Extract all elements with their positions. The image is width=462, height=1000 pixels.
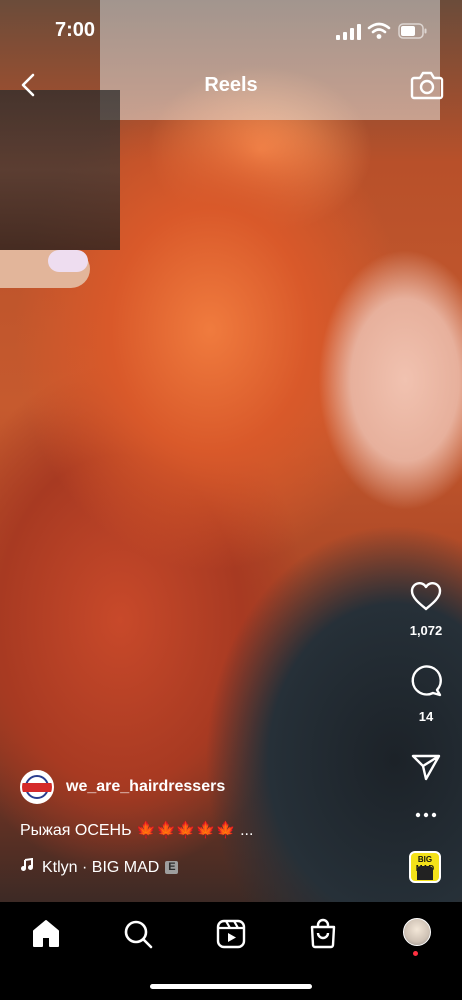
notification-dot [413,951,418,956]
wifi-icon [367,22,391,39]
post-caption[interactable]: Рыжая ОСЕНЬ 🍁🍁🍁🍁🍁 ... [20,820,253,840]
comment-count: 14 [418,709,434,724]
cellular-signal-icon [336,24,361,40]
home-icon[interactable] [26,914,66,954]
author-username[interactable]: we_are_hairdressers [66,778,225,796]
status-time: 7:00 [55,19,96,41]
search-icon[interactable] [118,914,158,954]
profile-avatar[interactable] [403,918,431,946]
more-dots-icon [415,812,437,818]
share-button[interactable] [386,752,462,787]
like-button[interactable]: 1,072 [386,580,462,638]
music-info[interactable]: Ktlyn · BIG MAD E [20,857,179,877]
author-avatar[interactable] [20,770,54,804]
explicit-badge: E [165,861,179,875]
reels-header: Reels [0,62,462,108]
camera-icon[interactable] [409,68,445,102]
audio-album-art[interactable]: BIG MAD [409,851,441,883]
more-options-button[interactable] [386,808,462,826]
reels-icon[interactable] [211,914,251,954]
music-track: Ktlyn · BIG MAD [42,859,160,876]
comment-icon [411,665,442,697]
home-indicator [150,984,312,989]
send-icon [411,754,441,781]
status-bar: 7:00 [0,0,462,62]
page-title: Reels [204,74,258,96]
like-count: 1,072 [409,623,443,638]
shop-icon[interactable] [303,914,343,954]
fingernail [48,250,88,272]
avatar-badge-band [22,783,52,792]
heart-icon [410,582,442,611]
music-note-icon [20,857,36,877]
comment-button[interactable]: 14 [386,664,462,724]
shelf-background [0,90,120,250]
battery-icon [398,23,427,39]
